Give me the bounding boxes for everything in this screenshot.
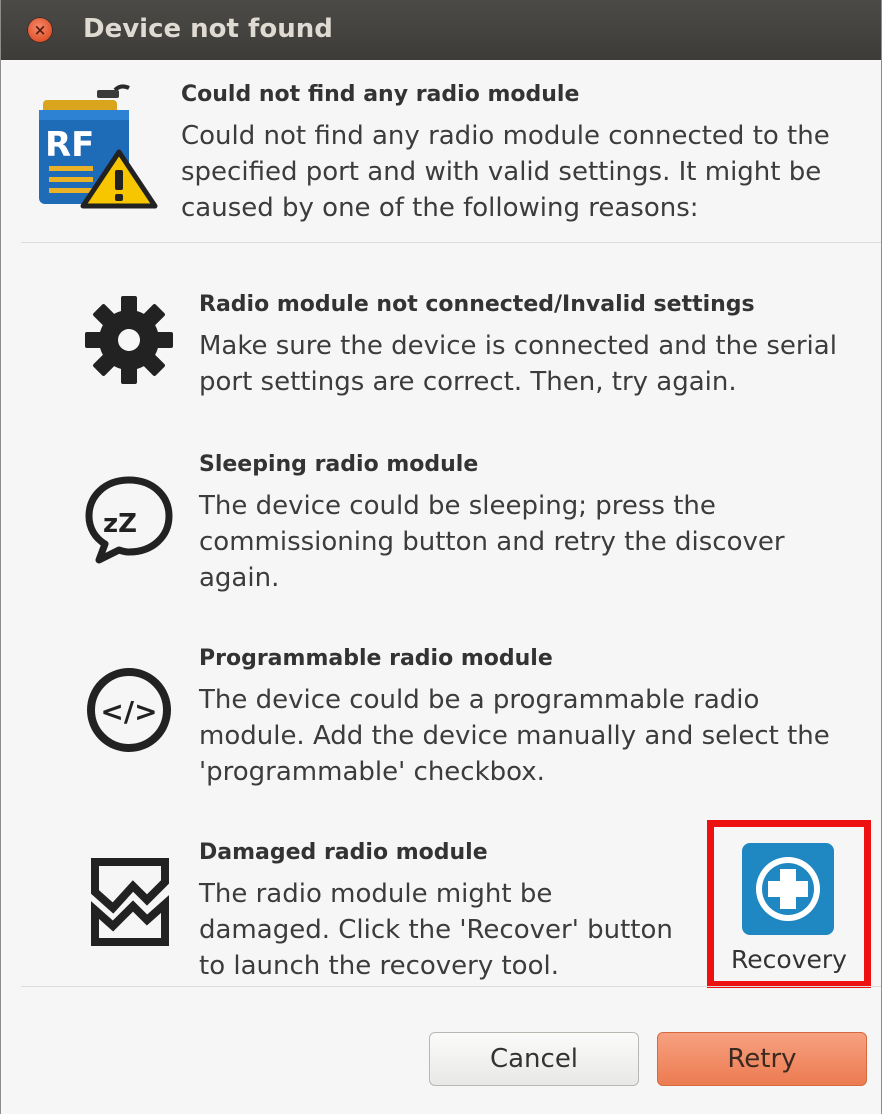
window-title: Device not found	[83, 14, 333, 44]
reason-title-not-connected: Radio module not connected/Invalid setti…	[199, 292, 755, 317]
gear-icon	[85, 296, 173, 384]
close-icon: ×	[33, 21, 47, 39]
buttons-separator	[21, 986, 881, 987]
header-text: Could not find any radio module connecte…	[181, 121, 830, 223]
reason-text-programmable: The device could be a programmable radio…	[199, 685, 830, 787]
reason-title-programmable: Programmable radio module	[199, 646, 553, 671]
reason-title-damaged: Damaged radio module	[199, 840, 488, 865]
recovery-plus-icon	[742, 843, 834, 935]
damaged-module-icon	[91, 858, 169, 946]
close-button[interactable]: ×	[27, 17, 53, 43]
header-separator	[21, 242, 881, 243]
title-bar[interactable]: × Device not found	[1, 0, 881, 60]
recovery-button[interactable]: Recovery	[707, 820, 871, 988]
recovery-label: Recovery	[731, 945, 847, 974]
reason-text-damaged: The radio module might be damaged. Click…	[199, 879, 673, 981]
svg-text:RF: RF	[45, 125, 94, 165]
retry-button[interactable]: Retry	[657, 1032, 867, 1086]
header-title: Could not find any radio module	[181, 82, 580, 107]
code-icon: </>	[87, 668, 171, 752]
dialog-content: RF Could not find any radio module Could…	[1, 60, 881, 1114]
rf-module-warning-icon: RF	[39, 84, 158, 209]
reason-text-sleeping: The device could be sleeping; press the …	[199, 491, 785, 593]
dialog-window: × Device not found RF Could not find any…	[0, 0, 882, 1114]
reason-text-not-connected: Make sure the device is connected and th…	[199, 331, 837, 397]
sleep-bubble-icon: zZ	[85, 476, 173, 564]
reason-title-sleeping: Sleeping radio module	[199, 452, 479, 477]
cancel-button[interactable]: Cancel	[429, 1032, 639, 1086]
svg-text:zZ: zZ	[103, 509, 137, 539]
svg-text:</>: </>	[100, 695, 157, 728]
